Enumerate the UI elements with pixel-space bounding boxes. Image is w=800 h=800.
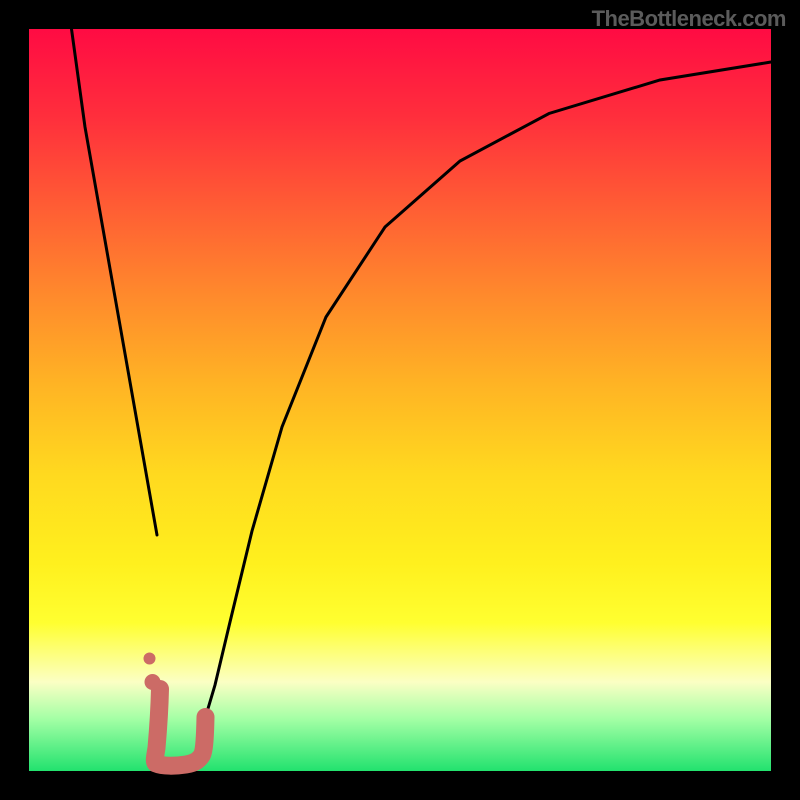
right-rising-line: [206, 62, 772, 717]
marker-dot-lower: [145, 674, 161, 690]
left-valley-line: [72, 29, 158, 535]
chart-frame: TheBottleneck.com: [0, 0, 800, 800]
curve-overlay: [0, 0, 800, 800]
marker-dot-upper: [144, 653, 156, 665]
minimum-j-marker: [155, 689, 206, 766]
